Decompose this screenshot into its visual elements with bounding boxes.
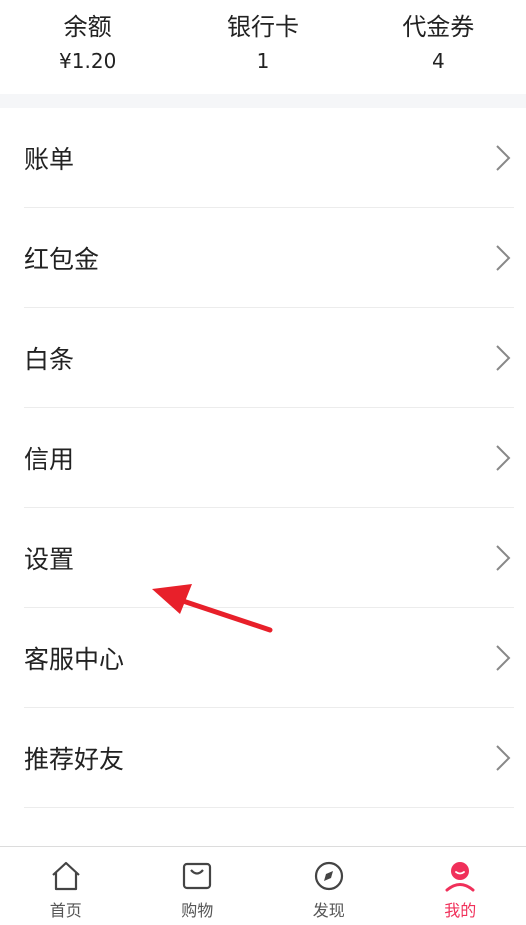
- tab-me[interactable]: 我的: [395, 847, 526, 925]
- tab-label: 我的: [444, 901, 477, 920]
- account-stats: 余额 ¥1.20 银行卡 1 代金券 4: [0, 0, 526, 94]
- chevron-right-icon: [496, 744, 511, 771]
- bottom-tab-bar: 首页 购物 发现 我的: [0, 846, 526, 925]
- balance-value: ¥1.20: [59, 49, 117, 73]
- voucher-value: 4: [431, 49, 445, 73]
- menu-item-settings[interactable]: 设置: [24, 508, 514, 608]
- chevron-right-icon: [496, 544, 511, 571]
- chevron-right-icon: [496, 144, 511, 171]
- menu-item-customer-service[interactable]: 客服中心: [24, 608, 514, 708]
- compass-icon: [314, 861, 343, 891]
- menu-item-refer-friends[interactable]: 推荐好友: [24, 708, 514, 808]
- chevron-right-icon: [496, 644, 511, 671]
- menu-item-label: 红包金: [24, 244, 100, 274]
- voucher-label: 代金券: [402, 13, 475, 41]
- menu-item-bill[interactable]: 账单: [24, 108, 514, 208]
- menu-item-red-packet[interactable]: 红包金: [24, 208, 514, 308]
- chevron-right-icon: [496, 244, 511, 271]
- menu-item-label: 信用: [24, 444, 75, 474]
- tab-label: 首页: [49, 901, 82, 920]
- bank-card-value: 1: [256, 49, 270, 73]
- menu-item-label: 推荐好友: [24, 744, 125, 774]
- tab-shopping[interactable]: 购物: [132, 847, 264, 925]
- chevron-right-icon: [496, 444, 511, 471]
- chevron-right-icon: [496, 344, 511, 371]
- profile-icon: [445, 862, 475, 892]
- tab-label: 发现: [312, 901, 345, 920]
- tab-home[interactable]: 首页: [0, 847, 132, 925]
- menu-item-credit[interactable]: 信用: [24, 408, 514, 508]
- tab-label: 购物: [181, 901, 214, 920]
- voucher-stat[interactable]: 代金券 4: [351, 0, 526, 94]
- tab-discover[interactable]: 发现: [263, 847, 395, 925]
- bank-card-stat[interactable]: 银行卡 1: [175, 0, 350, 94]
- shopping-bag-icon: [183, 862, 212, 890]
- menu-list: 账单 红包金 白条 信用 设置 客服中心 推荐好友: [0, 108, 526, 808]
- balance-label: 余额: [63, 13, 112, 41]
- section-divider: [0, 94, 526, 108]
- menu-item-baitiao[interactable]: 白条: [24, 308, 514, 408]
- bank-card-label: 银行卡: [226, 13, 299, 41]
- menu-item-label: 设置: [24, 544, 75, 574]
- menu-item-label: 客服中心: [24, 644, 125, 674]
- balance-stat[interactable]: 余额 ¥1.20: [0, 0, 175, 94]
- menu-item-label: 账单: [24, 144, 75, 174]
- menu-item-label: 白条: [24, 344, 75, 374]
- home-icon: [52, 861, 80, 891]
